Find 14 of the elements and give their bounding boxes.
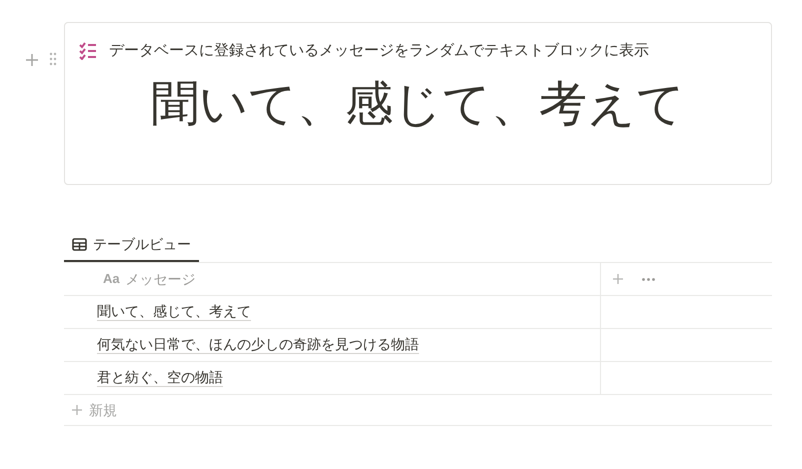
plus-icon xyxy=(71,404,83,416)
callout-title: データベースに登録されているメッセージをランダムでテキストブロックに表示 xyxy=(109,41,649,61)
checklist-icon xyxy=(79,42,97,60)
more-icon[interactable] xyxy=(642,278,655,280)
drag-handle-icon[interactable] xyxy=(49,52,57,66)
random-message: 聞いて、感じて、考えて xyxy=(151,76,685,132)
add-block-icon[interactable] xyxy=(25,53,39,67)
message-cell[interactable]: 何気ない日常で、ほんの少しの奇跡を見つける物語 xyxy=(97,336,419,354)
message-cell[interactable]: 君と紡ぐ、空の物語 xyxy=(97,369,223,387)
text-type-icon: Aa xyxy=(103,269,120,289)
add-column-icon[interactable] xyxy=(612,273,624,285)
view-tab[interactable]: テーブルビュー xyxy=(64,228,199,262)
table-icon xyxy=(72,238,87,250)
message-cell[interactable]: 聞いて、感じて、考えて xyxy=(97,303,251,321)
